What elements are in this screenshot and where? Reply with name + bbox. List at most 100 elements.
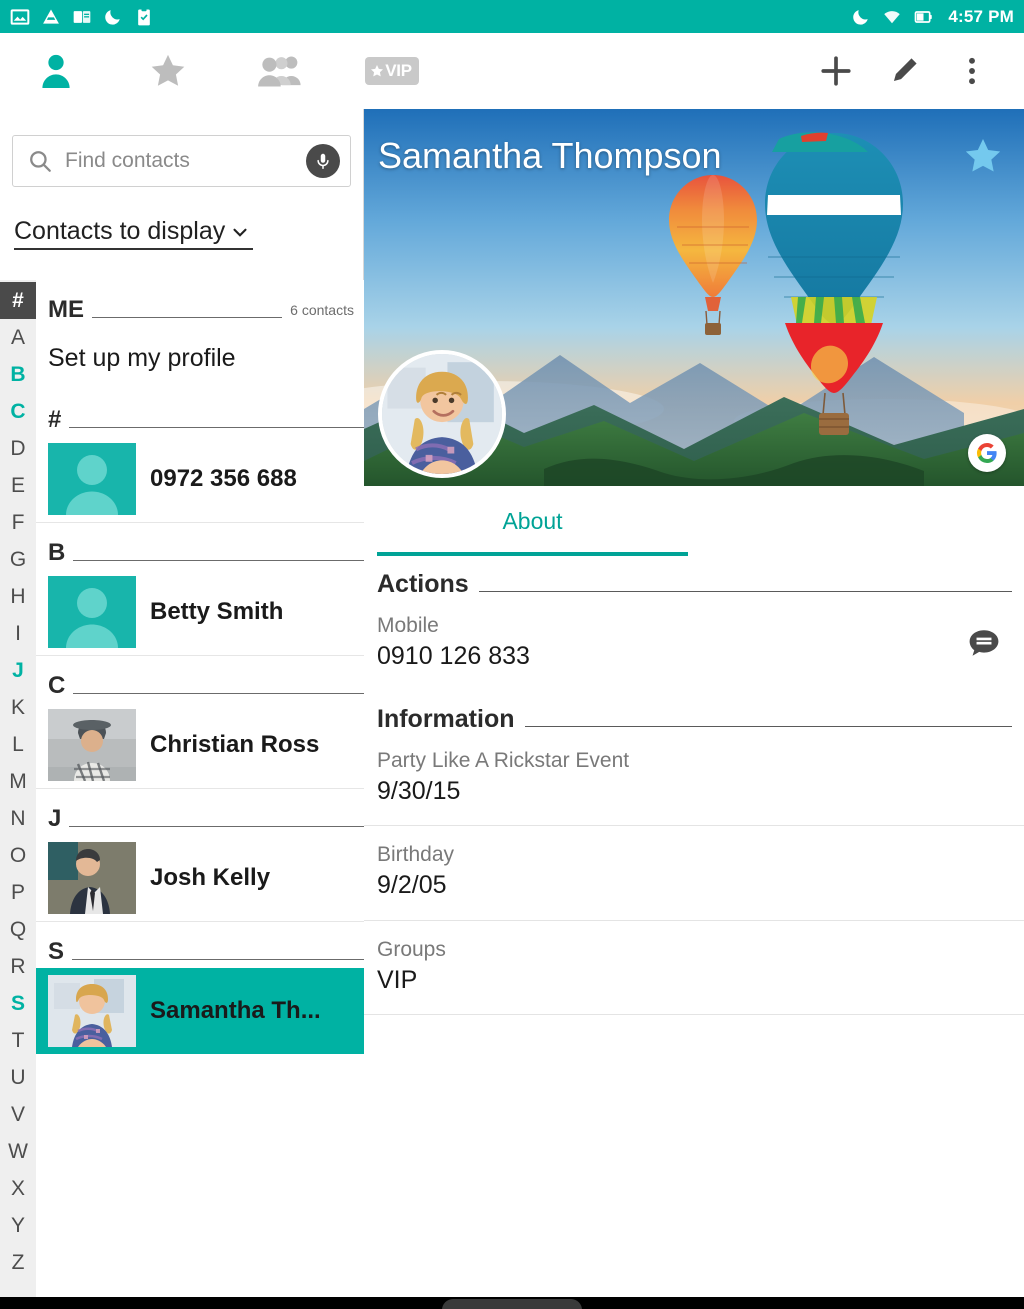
alpha-index-o[interactable]: O — [0, 837, 36, 874]
contact-name: Samantha Th... — [150, 997, 321, 1024]
nav-handle[interactable] — [442, 1299, 582, 1309]
set-up-my-profile-row[interactable]: Set up my profile — [36, 326, 364, 390]
avatar — [48, 443, 136, 515]
detail-tabs: About — [364, 486, 1024, 556]
alpha-index-v[interactable]: V — [0, 1096, 36, 1133]
contact-name: Josh Kelly — [150, 864, 271, 891]
section-header-b: B — [36, 523, 364, 569]
plus-icon — [821, 56, 851, 86]
status-bar: 4:57 PM — [0, 0, 1024, 33]
contacts-to-display-dropdown[interactable]: Contacts to display — [14, 217, 254, 250]
alpha-index-c[interactable]: C — [0, 393, 36, 430]
alpha-index-i[interactable]: I — [0, 615, 36, 652]
field-label: Birthday — [377, 843, 455, 866]
alpha-index-d[interactable]: D — [0, 430, 36, 467]
contact-detail-panel: Samantha Thompson About Actions Mobile 0… — [364, 109, 1024, 1297]
contact-name: Christian Ross — [150, 731, 320, 758]
field-birthday[interactable]: Birthday 9/2/05 — [364, 826, 1024, 921]
alpha-index-y[interactable]: Y — [0, 1207, 36, 1244]
alpha-index-u[interactable]: U — [0, 1059, 36, 1096]
alpha-index-t[interactable]: T — [0, 1022, 36, 1059]
avatar — [48, 576, 136, 648]
alpha-index-a[interactable]: A — [0, 319, 36, 356]
alpha-index-s[interactable]: S — [0, 985, 36, 1022]
send-message-button[interactable] — [962, 628, 1006, 658]
alpha-index-w[interactable]: W — [0, 1133, 36, 1170]
alpha-index-b[interactable]: B — [0, 356, 36, 393]
avatar[interactable] — [378, 350, 506, 478]
field-event[interactable]: Party Like A Rickstar Event 9/30/15 — [364, 732, 1024, 826]
edit-contact-button[interactable] — [870, 33, 938, 109]
list-item[interactable]: Josh Kelly — [36, 835, 364, 922]
contact-list[interactable]: ME 6 contacts Set up my profile # 0972 3… — [36, 280, 364, 1297]
pencil-icon — [893, 58, 917, 82]
section-header-me: ME 6 contacts — [36, 280, 364, 326]
alpha-index-f[interactable]: F — [0, 504, 36, 541]
alpha-index-g[interactable]: G — [0, 541, 36, 578]
toolbar-tabs: VIP — [0, 33, 448, 109]
field-mobile[interactable]: Mobile 0910 126 833 — [364, 597, 1024, 691]
voice-search-button[interactable] — [306, 144, 340, 178]
list-item-selected[interactable]: Samantha Th... — [36, 968, 364, 1054]
vip-badge-icon: VIP — [365, 57, 419, 85]
alphabet-index[interactable]: # A B C D E F G H I J K L M N O P Q R S T U V W X Y Z — [0, 280, 36, 1297]
list-item[interactable]: Christian Ross — [36, 702, 364, 789]
alpha-index-q[interactable]: Q — [0, 911, 36, 948]
list-item[interactable]: 0972 356 688 — [36, 436, 364, 523]
tab-favorites[interactable] — [112, 33, 224, 109]
list-item[interactable]: Betty Smith — [36, 569, 364, 656]
star-icon — [151, 54, 185, 86]
wifi-icon — [884, 10, 901, 23]
contacts-app: 4:57 PM VIP Find contacts Contacts to di… — [0, 0, 1024, 1309]
alpha-index-l[interactable]: L — [0, 726, 36, 763]
alpha-index-e[interactable]: E — [0, 467, 36, 504]
search-input[interactable]: Find contacts — [12, 135, 351, 187]
section-header-j: J — [36, 789, 364, 835]
tab-groups[interactable] — [224, 33, 336, 109]
avatar — [48, 709, 136, 781]
alpha-index-n[interactable]: N — [0, 800, 36, 837]
field-groups[interactable]: Groups VIP — [364, 921, 1024, 1015]
contact-name: Betty Smith — [150, 598, 284, 625]
alpha-index-m[interactable]: M — [0, 763, 36, 800]
alpha-index-p[interactable]: P — [0, 874, 36, 911]
person-placeholder-icon — [48, 443, 136, 515]
section-letter: C — [48, 672, 66, 699]
field-content: Groups VIP — [377, 937, 1006, 997]
alpha-index-z[interactable]: Z — [0, 1244, 36, 1281]
contact-hero-banner: Samantha Thompson — [364, 109, 1024, 486]
clipboard-check-icon — [138, 7, 150, 25]
navigation-bar — [0, 1297, 1024, 1309]
tab-vip[interactable]: VIP — [336, 33, 448, 109]
section-letter: ME — [48, 296, 84, 323]
section-rule — [524, 725, 1012, 727]
contacts-to-display-label: Contacts to display — [14, 217, 226, 245]
tab-contacts[interactable] — [0, 33, 112, 109]
battery-icon — [915, 10, 933, 23]
people-group-icon — [258, 56, 301, 87]
alpha-index-j[interactable]: J — [0, 652, 36, 689]
field-content: Birthday 9/2/05 — [377, 842, 1006, 902]
field-content: Mobile 0910 126 833 — [377, 613, 962, 673]
more-vertical-icon — [969, 57, 975, 85]
alpha-index-r[interactable]: R — [0, 948, 36, 985]
star-icon — [371, 65, 384, 77]
vip-label: VIP — [385, 61, 412, 80]
favorite-star-toggle[interactable] — [962, 136, 1004, 181]
overflow-menu-button[interactable] — [938, 33, 1006, 109]
status-bar-right-icons: 4:57 PM — [851, 7, 1014, 27]
microphone-icon — [317, 153, 329, 170]
avatar — [48, 842, 136, 914]
field-value: VIP — [377, 965, 418, 994]
alpha-index-k[interactable]: K — [0, 689, 36, 726]
alpha-index-x[interactable]: X — [0, 1170, 36, 1207]
section-rule — [69, 427, 364, 428]
alpha-index-h[interactable]: H — [0, 578, 36, 615]
tab-about[interactable]: About — [377, 486, 688, 556]
field-value: 9/2/05 — [377, 871, 447, 900]
section-rule — [73, 693, 364, 694]
alpha-index-hash[interactable]: # — [0, 282, 36, 319]
message-bubble-icon — [969, 629, 999, 656]
google-logo-icon — [977, 443, 997, 463]
add-contact-button[interactable] — [802, 33, 870, 109]
